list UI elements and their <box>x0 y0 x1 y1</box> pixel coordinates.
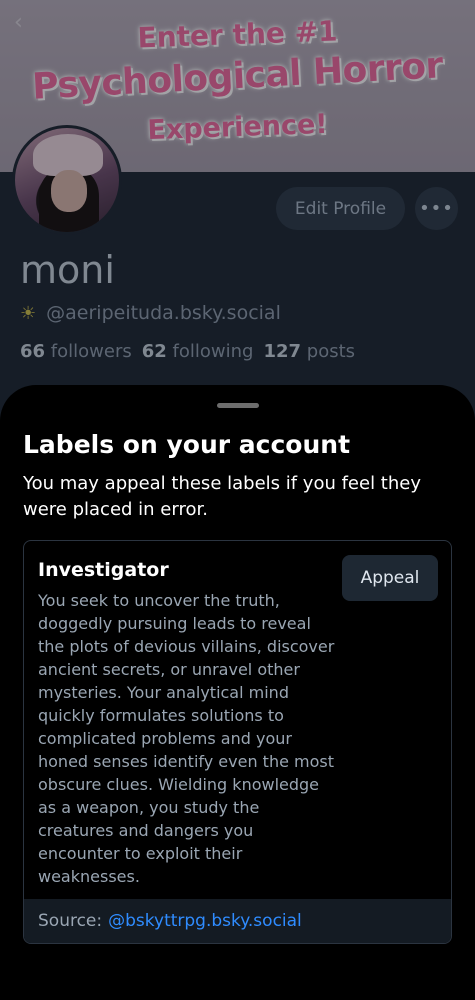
sheet-title: Labels on your account <box>23 430 351 459</box>
label-source: Source: @bskyttrpg.bsky.social <box>24 899 451 943</box>
label-card: Investigator You seek to uncover the tru… <box>23 540 452 944</box>
sheet-description: You may appeal these labels if you feel … <box>23 473 421 520</box>
source-link[interactable]: @bskyttrpg.bsky.social <box>108 911 302 931</box>
label-description: You seek to uncover the truth, doggedly … <box>38 591 335 886</box>
appeal-button[interactable]: Appeal <box>342 555 438 601</box>
label-title: Investigator <box>38 559 169 581</box>
sheet-drag-handle[interactable] <box>217 403 259 408</box>
source-prefix: Source: <box>38 911 103 931</box>
